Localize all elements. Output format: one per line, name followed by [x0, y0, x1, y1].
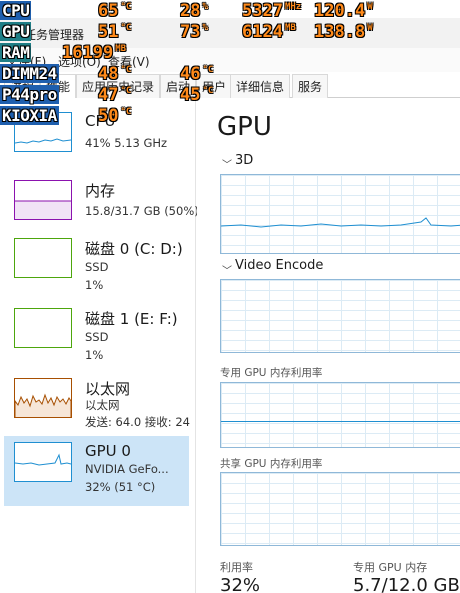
shared-memory-graph — [220, 472, 460, 546]
detail-title: GPU — [217, 112, 272, 142]
tab-details[interactable]: 详细信息 — [230, 74, 291, 98]
resource-gpu0-name: GPU 0 — [85, 442, 131, 460]
resource-sidebar: CPU 41% 5.13 GHz 内存 15.8/31.7 GB (50%) 磁… — [0, 98, 199, 593]
resource-disk1-usage: 1% — [85, 348, 104, 362]
resource-memory-usage: 15.8/31.7 GB (50%) — [85, 204, 199, 218]
menu-view[interactable]: 查看(V) — [108, 53, 150, 70]
shared-memory-label: 共享 GPU 内存利用率 — [220, 458, 323, 470]
resource-cpu-usage: 41% 5.13 GHz — [85, 136, 168, 150]
gpu0-thumbnail-graph — [14, 442, 72, 482]
resource-disk0-usage: 1% — [85, 278, 104, 292]
disk0-thumbnail-graph — [14, 238, 72, 278]
dedicated-memory-stat-value: 5.7/12.0 GB — [353, 575, 460, 593]
resource-disk-1[interactable]: 磁盘 1 (E: F:) SSD 1% — [4, 302, 189, 370]
utilization-label: 利用率 — [220, 561, 253, 574]
dedicated-memory-stat-label: 专用 GPU 内存 — [353, 561, 428, 574]
tab-performance[interactable]: 性能 — [40, 74, 77, 98]
cpu-thumbnail-graph — [14, 112, 72, 152]
resource-gpu-0[interactable]: GPU 0 NVIDIA GeFo... 32% (51 °C) — [4, 436, 189, 506]
title-bar: 任务管理器 — [0, 18, 460, 48]
memory-thumbnail-graph — [14, 180, 72, 220]
resource-ethernet-adapter: 以太网 — [85, 398, 120, 412]
menu-bar: 文件(F) 选项(O) 查看(V) — [0, 48, 460, 72]
resource-gpu0-usage: 32% (51 °C) — [85, 480, 156, 494]
engine-video-encode-label[interactable]: Video Encode — [235, 258, 323, 273]
osd-row-cpu: CPU 65 °C 28% 5327 MHz 120.4 W — [0, 1, 400, 21]
utilization-value: 32% — [220, 575, 261, 593]
chevron-down-icon[interactable]: ﹀ — [222, 262, 232, 277]
tab-app-history[interactable]: 应用历史记录 — [76, 74, 161, 98]
resource-gpu0-model: NVIDIA GeFo... — [85, 462, 169, 476]
resource-ethernet-throughput: 发送: 64.0 接收: 24 — [85, 415, 190, 429]
engine-video-encode-graph — [220, 279, 460, 353]
dedicated-memory-label: 专用 GPU 内存利用率 — [220, 367, 323, 379]
menu-file[interactable]: 文件(F) — [6, 53, 46, 70]
resource-cpu[interactable]: CPU 41% 5.13 GHz — [4, 106, 189, 174]
tab-services[interactable]: 服务 — [292, 74, 329, 98]
resource-disk0-type: SSD — [85, 260, 109, 274]
resource-cpu-name: CPU — [85, 112, 116, 130]
resource-disk-0[interactable]: 磁盘 0 (C: D:) SSD 1% — [4, 232, 189, 300]
dedicated-memory-graph — [220, 382, 460, 448]
tab-processes[interactable]: 进程 — [4, 74, 41, 98]
chevron-down-icon[interactable]: ﹀ — [222, 156, 232, 171]
menu-options[interactable]: 选项(O) — [58, 53, 101, 70]
resource-ethernet-name: 以太网 — [85, 380, 131, 398]
engine-3d-graph — [220, 174, 460, 254]
ethernet-thumbnail-graph — [14, 378, 72, 418]
tab-bar: 进程 性能 应用历史记录 启动 用户 详细信息 服务 — [0, 72, 460, 98]
resource-memory-name: 内存 — [85, 182, 116, 200]
gpu-detail-pane: GPU ﹀ 3D ﹀ Video Encode 专用 GPU 内存利用率 共享 … — [197, 98, 460, 593]
resource-disk1-type: SSD — [85, 330, 109, 344]
tab-users[interactable]: 用户 — [196, 74, 233, 98]
disk1-thumbnail-graph — [14, 308, 72, 348]
resource-disk1-name: 磁盘 1 (E: F:) — [85, 310, 178, 328]
resource-ethernet[interactable]: 以太网 以太网 发送: 64.0 接收: 24 — [4, 372, 190, 440]
window-title: 任务管理器 — [24, 28, 85, 42]
engine-3d-label[interactable]: 3D — [235, 153, 253, 168]
tab-startup[interactable]: 启动 — [160, 74, 197, 98]
resource-disk0-name: 磁盘 0 (C: D:) — [85, 240, 183, 258]
